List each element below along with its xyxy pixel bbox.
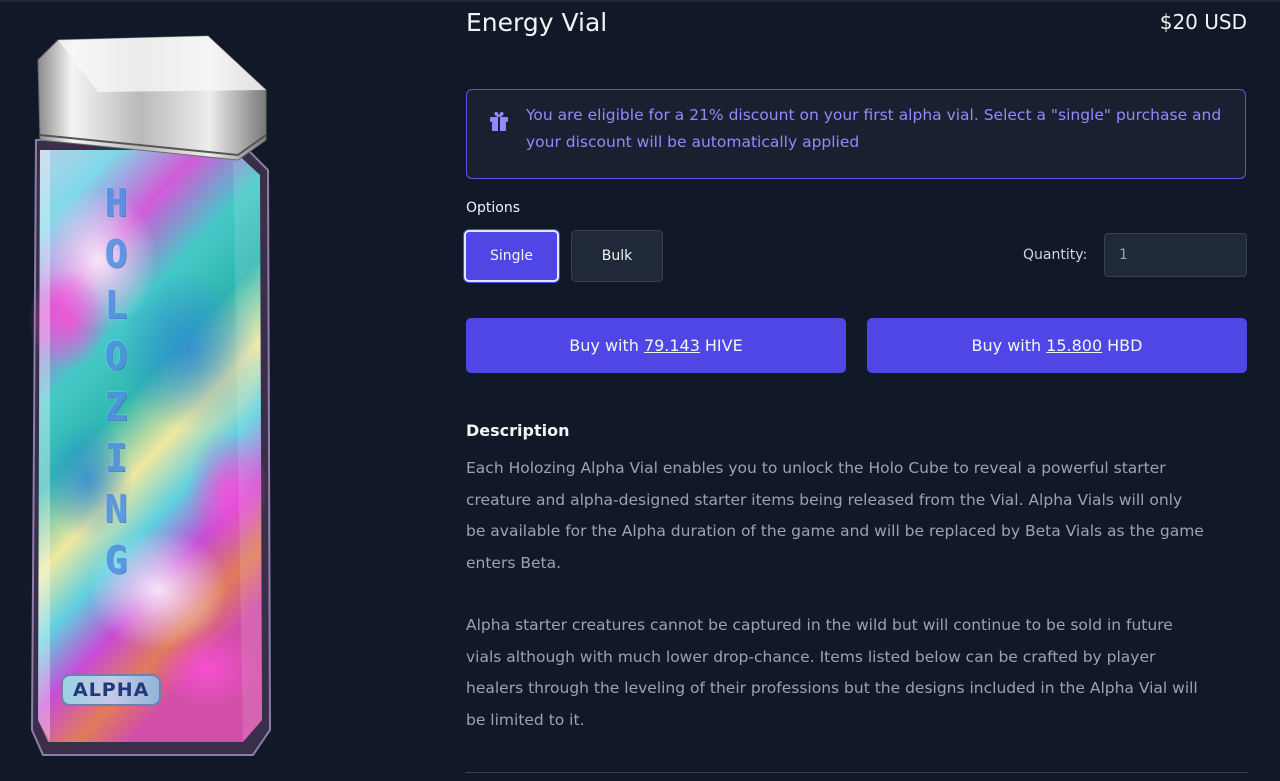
brand-letter: G (104, 538, 128, 582)
top-border (0, 0, 1280, 2)
description-paragraph: Alpha starter creatures cannot be captur… (466, 616, 1198, 729)
vial-illustration (28, 35, 272, 756)
buy-hive-amount: 79.143 (643, 336, 700, 355)
discount-message: You are eligible for a 21% discount on y… (526, 106, 1222, 151)
brand-letter: Z (104, 385, 128, 429)
quantity-input[interactable] (1104, 233, 1247, 277)
options-label: Options (466, 200, 521, 216)
brand-letter: O (104, 232, 128, 276)
brand-letter: I (104, 436, 128, 480)
bottle-brand-text: H O L O Z I N G (96, 180, 136, 584)
buy-hbd-amount: 15.800 (1046, 336, 1103, 355)
buy-hive-currency: HIVE (704, 336, 743, 355)
buy-with-hbd-button[interactable]: Buy with 15.800 HBD (867, 318, 1247, 373)
description-heading: Description (466, 421, 570, 440)
product-price: $20 USD (1159, 10, 1247, 34)
buy-hbd-prefix: Buy with (971, 336, 1042, 355)
brand-letter: O (104, 334, 128, 378)
description-paragraph: Each Holozing Alpha Vial enables you to … (466, 459, 1204, 572)
brand-letter: N (104, 487, 128, 531)
brand-letter: L (104, 283, 128, 327)
buy-hive-prefix: Buy with (569, 336, 639, 355)
alpha-badge: ALPHA (61, 674, 162, 706)
option-single-button[interactable]: Single (464, 230, 559, 282)
gift-icon (490, 111, 508, 131)
option-bulk-button[interactable]: Bulk (571, 230, 663, 282)
product-title: Energy Vial (466, 8, 608, 37)
product-image: H O L O Z I N G ALPHA (28, 30, 278, 770)
section-divider (466, 772, 1248, 773)
quantity-label: Quantity: (1023, 247, 1088, 263)
buy-with-hive-button[interactable]: Buy with 79.143 HIVE (466, 318, 846, 373)
brand-letter: H (104, 181, 128, 225)
discount-notice: You are eligible for a 21% discount on y… (466, 89, 1246, 179)
buy-hbd-currency: HBD (1107, 336, 1143, 355)
